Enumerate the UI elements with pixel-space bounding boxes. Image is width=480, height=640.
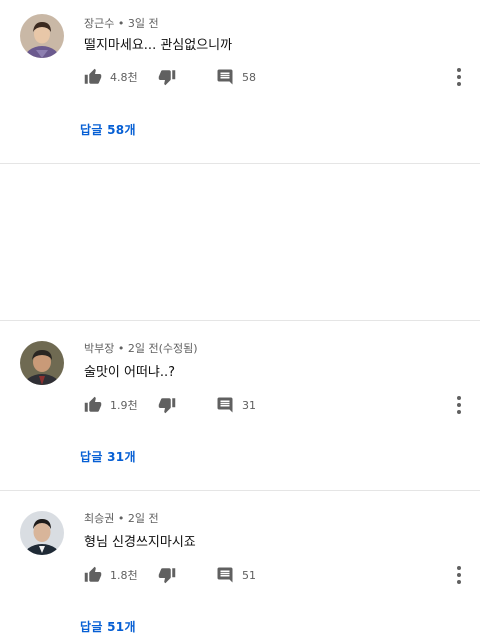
avatar[interactable] [20, 14, 64, 58]
comment-text: 술맛이 어떠냐..? [84, 365, 176, 380]
thumb-up-icon [84, 566, 102, 582]
reply-button[interactable]: 51 [216, 563, 256, 587]
reply-count: 58 [242, 70, 256, 84]
comment-time[interactable]: 3일 전 [128, 17, 159, 30]
reply-count: 31 [242, 398, 256, 412]
comment-author[interactable]: 박부장 [84, 342, 114, 355]
comment-time[interactable]: 2일 전 [128, 512, 159, 525]
dislike-button[interactable] [158, 563, 176, 587]
like-count: 4.8천 [110, 71, 138, 84]
reply-button[interactable]: 58 [216, 65, 256, 89]
like-button[interactable]: 1.8천 [84, 563, 138, 587]
comment-author[interactable]: 장근수 [84, 17, 114, 30]
view-replies-link[interactable]: 답글 51개 [80, 618, 136, 635]
comment-meta: 장근수 • 3일 전 [84, 15, 159, 31]
thumb-down-icon [158, 398, 176, 414]
comment-meta: 최승권 • 2일 전 [84, 510, 159, 526]
thumb-up-icon [84, 396, 102, 412]
divider [0, 320, 480, 321]
view-replies-link[interactable]: 답글 58개 [80, 121, 136, 138]
meta-separator: • [117, 512, 125, 525]
thumb-up-icon [84, 68, 102, 84]
reply-button[interactable]: 31 [216, 393, 256, 417]
comment-text: 형님 신경쓰지마시죠 [84, 535, 196, 550]
comment-icon [217, 397, 233, 413]
dislike-button[interactable] [158, 393, 176, 417]
like-button[interactable]: 1.9천 [84, 393, 138, 417]
comment-actions: 4.8천 58 [0, 65, 480, 89]
comment-actions: 1.8천 51 [0, 563, 480, 587]
avatar[interactable] [20, 341, 64, 385]
divider [0, 490, 480, 491]
like-count: 1.9천 [110, 399, 138, 412]
comment-meta: 박부장 • 2일 전(수정됨) [84, 340, 198, 356]
meta-separator: • [117, 342, 125, 355]
view-replies-link[interactable]: 답글 31개 [80, 448, 136, 465]
like-count: 1.8천 [110, 569, 138, 582]
comment-text: 떨지마세요... 관심없으니까 [84, 38, 233, 53]
comment-icon [217, 69, 233, 85]
more-vertical-icon[interactable] [456, 565, 462, 585]
more-vertical-icon[interactable] [456, 395, 462, 415]
meta-separator: • [117, 17, 125, 30]
comment-actions: 1.9천 31 [0, 393, 480, 417]
dislike-button[interactable] [158, 65, 176, 89]
like-button[interactable]: 4.8천 [84, 65, 138, 89]
comment-time[interactable]: 2일 전(수정됨) [128, 342, 198, 355]
divider [0, 163, 480, 164]
thumb-down-icon [158, 568, 176, 584]
more-vertical-icon[interactable] [456, 67, 462, 87]
thumb-down-icon [158, 70, 176, 86]
avatar[interactable] [20, 511, 64, 555]
reply-count: 51 [242, 568, 256, 582]
comment-author[interactable]: 최승권 [84, 512, 114, 525]
comment-icon [217, 567, 233, 583]
